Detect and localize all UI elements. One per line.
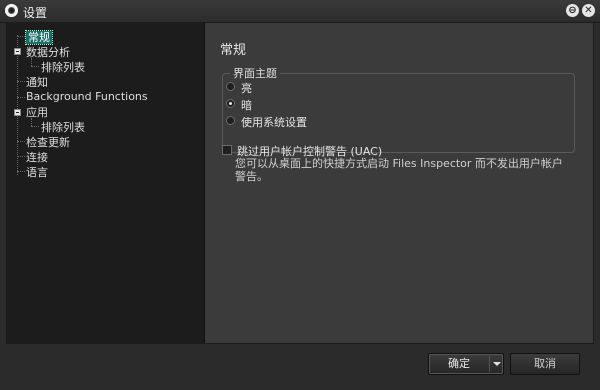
tree-item-analysis-exclusions[interactable]: 排除列表: [41, 59, 85, 75]
settings-panel: 常规 界面主题 亮 暗 使用系统设置 跳过用户帐户控制警告 (UAC) 您可以从…: [205, 23, 593, 343]
tree-item-apps[interactable]: 应用: [26, 104, 48, 120]
settings-tree: 常规 数据分析 排除列表 通知 Background Functions 应用 …: [7, 23, 205, 343]
tree-item-label: 语言: [26, 166, 48, 179]
minimize-icon[interactable]: ⊖: [566, 4, 579, 17]
tree-connector: [31, 126, 39, 127]
tree-item-check-updates[interactable]: 检查更新: [26, 134, 70, 150]
ok-button[interactable]: 确定: [428, 353, 504, 375]
tree-item-data-analysis[interactable]: 数据分析: [26, 44, 70, 60]
radio-label: 使用系统设置: [241, 116, 307, 129]
radio-icon[interactable]: [226, 82, 235, 91]
title-bar: 设置 ⊖ ✕: [0, 0, 600, 23]
tree-connector: [17, 35, 18, 175]
radio-label: 暗: [241, 99, 252, 112]
collapse-icon[interactable]: [14, 48, 21, 55]
tree-connector: [17, 97, 25, 98]
radio-icon[interactable]: [226, 116, 235, 125]
tree-item-general[interactable]: 常规: [25, 29, 53, 45]
tree-item-apps-exclusions[interactable]: 排除列表: [41, 119, 85, 135]
tree-item-label: 连接: [26, 151, 48, 164]
tree-connector: [17, 81, 25, 82]
tree-item-label: 数据分析: [26, 46, 70, 59]
uac-checkbox[interactable]: [222, 145, 232, 155]
chevron-down-icon[interactable]: [493, 362, 501, 366]
radio-checked-icon[interactable]: [226, 99, 235, 108]
theme-group: [222, 73, 575, 153]
page-title: 常规: [220, 43, 247, 58]
tree-item-label: 排除列表: [41, 121, 85, 134]
radio-label: 亮: [241, 82, 252, 95]
tree-item-label: 应用: [26, 106, 48, 119]
tree-connector: [17, 36, 25, 37]
collapse-icon[interactable]: [14, 109, 21, 116]
uac-description: 您可以从桌面上的快捷方式启动 Files Inspector 而不发出用户帐户警…: [235, 157, 563, 183]
tree-connector: [17, 141, 25, 142]
tree-item-label: Background Functions: [26, 90, 148, 103]
tree-connector: [31, 66, 39, 67]
close-icon[interactable]: ✕: [582, 4, 595, 17]
ok-button-label: 确定: [448, 357, 470, 370]
tree-item-connection[interactable]: 连接: [26, 149, 48, 165]
tree-item-label: 检查更新: [26, 136, 70, 149]
tree-item-label: 排除列表: [41, 61, 85, 74]
tree-connector: [17, 171, 25, 172]
tree-item-language[interactable]: 语言: [26, 164, 48, 180]
theme-group-label: 界面主题: [230, 65, 280, 81]
tree-item-notifications[interactable]: 通知: [26, 74, 48, 90]
tree-item-label: 常规: [25, 30, 53, 45]
cancel-button[interactable]: 取消: [510, 353, 580, 375]
tree-item-label: 通知: [26, 76, 48, 89]
split-divider: [489, 356, 490, 372]
window-title: 设置: [23, 6, 48, 20]
tree-item-background-functions[interactable]: Background Functions: [26, 90, 148, 103]
app-logo-icon: [5, 4, 18, 17]
tree-connector: [17, 156, 25, 157]
